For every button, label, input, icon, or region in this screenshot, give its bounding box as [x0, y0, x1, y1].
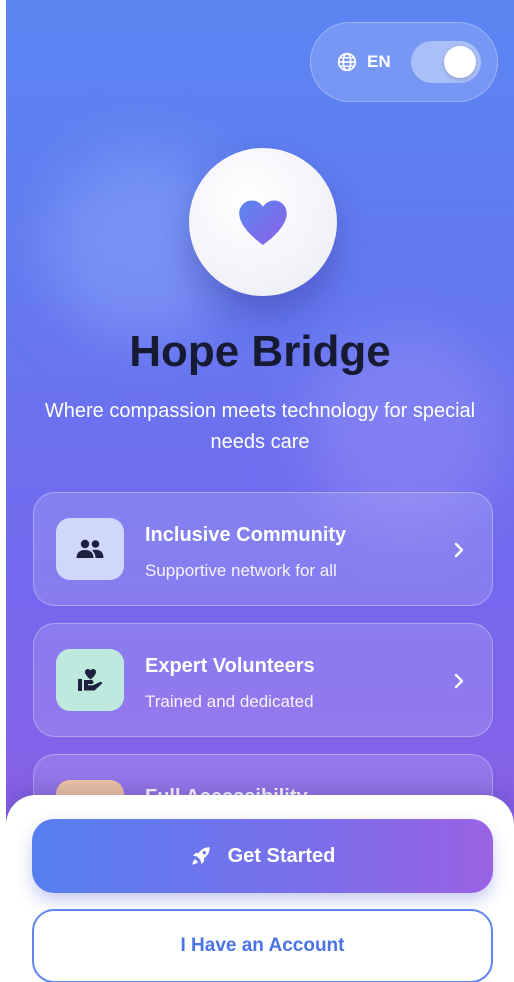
- toggle-knob: [444, 46, 476, 78]
- feature-subtitle: Trained and dedicated: [145, 692, 314, 711]
- rocket-icon: [191, 847, 210, 865]
- feature-subtitle: Supportive network for all: [145, 561, 337, 580]
- get-started-button[interactable]: Get Started: [32, 819, 493, 893]
- chevron-right-icon: [454, 542, 464, 558]
- chevron-right-icon: [454, 673, 464, 689]
- have-account-label: I Have an Account: [180, 935, 345, 956]
- welcome-screen: EN Hope Bridge Where compassion meets te…: [6, 0, 514, 982]
- app-title: Hope Bridge: [129, 327, 391, 376]
- people-icon: [76, 539, 104, 558]
- globe-icon: [337, 52, 357, 72]
- feature-card-expert-volunteers[interactable]: Expert Volunteers Trained and dedicated: [33, 623, 493, 737]
- feature-title: Inclusive Community: [145, 524, 347, 546]
- language-selector[interactable]: EN: [310, 22, 498, 102]
- have-account-button[interactable]: I Have an Account: [32, 909, 493, 982]
- get-started-label: Get Started: [227, 844, 336, 867]
- feature-icon-box: [56, 649, 124, 711]
- language-toggle[interactable]: [411, 41, 481, 83]
- feature-icon-box: [56, 518, 124, 580]
- language-code: EN: [367, 52, 391, 71]
- app-logo: [189, 148, 337, 296]
- feature-title: Expert Volunteers: [145, 655, 315, 677]
- volunteer-hand-heart-icon: [78, 669, 103, 691]
- heart-icon: [239, 200, 287, 245]
- action-sheet: Get Started I Have an Account: [6, 795, 514, 982]
- app-tagline: Where compassion meets technology for sp…: [44, 400, 476, 453]
- feature-card-inclusive-community[interactable]: Inclusive Community Supportive network f…: [33, 492, 493, 606]
